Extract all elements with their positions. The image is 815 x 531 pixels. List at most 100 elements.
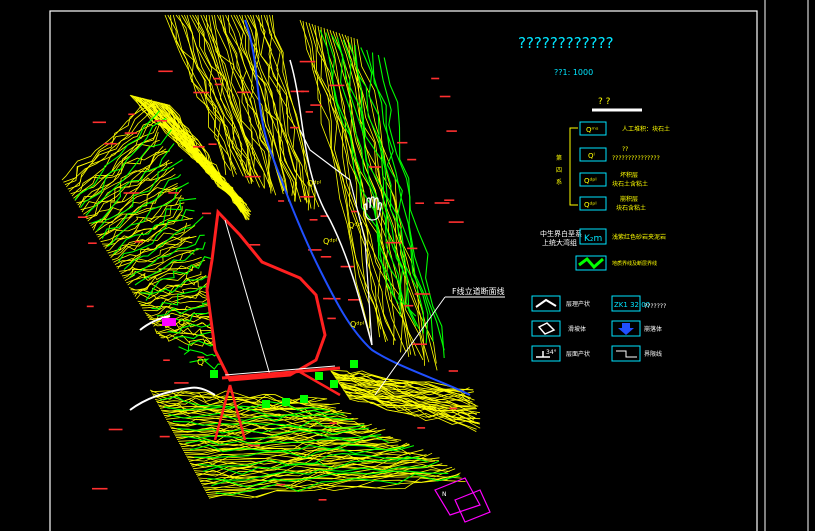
elevation-tick bbox=[128, 113, 135, 116]
svg-text:Qᵐˢ: Qᵐˢ bbox=[586, 126, 599, 134]
elevation-tick bbox=[305, 111, 313, 113]
elevation-tick bbox=[310, 104, 322, 106]
elevation-tick bbox=[86, 305, 94, 308]
elevation-tick bbox=[193, 91, 210, 94]
elevation-tick bbox=[163, 359, 170, 361]
svg-text:34°: 34° bbox=[546, 349, 557, 356]
svg-text:界限线: 界限线 bbox=[644, 350, 662, 358]
elevation-tick bbox=[329, 422, 337, 424]
map-label-q4: Qᵈᵖˡ bbox=[323, 237, 337, 246]
elevation-tick bbox=[92, 121, 106, 124]
elevation-tick bbox=[158, 70, 173, 73]
elevation-tick bbox=[412, 343, 427, 345]
elevation-tick bbox=[202, 212, 212, 215]
elevation-tick bbox=[320, 256, 332, 258]
svg-text:???????????????: ??????????????? bbox=[612, 155, 660, 162]
drawing-scale: ??1: 1000 bbox=[554, 68, 593, 77]
elevation-tick bbox=[404, 304, 414, 307]
elevation-tick bbox=[214, 83, 222, 86]
elevation-tick bbox=[414, 293, 431, 295]
section-label: F线立道断面线 bbox=[452, 286, 505, 296]
elevation-tick bbox=[237, 91, 251, 94]
map-label-q2: Qˡ bbox=[178, 318, 187, 328]
map-label-q1: Qˡ bbox=[197, 358, 206, 368]
elevation-tick bbox=[407, 158, 417, 161]
elevation-tick bbox=[351, 210, 358, 213]
elevation-tick bbox=[323, 297, 330, 300]
cad-drawing-canvas[interactable]: N Qˡ Qˡ Qᵈᵖˡ Qᵈᵖˡ Qᵈᵖˡ Qᵈᵖˡ F线立道断面线 ????… bbox=[0, 0, 815, 531]
svg-text:崩落体: 崩落体 bbox=[644, 325, 662, 333]
svg-text:地质界线及断层界线: 地质界线及断层界线 bbox=[612, 260, 657, 267]
elevation-tick bbox=[213, 77, 221, 80]
elevation-tick bbox=[248, 444, 260, 447]
legend-heading: ? ? bbox=[598, 97, 611, 107]
elevation-tick bbox=[276, 483, 286, 486]
elevation-tick bbox=[124, 132, 138, 134]
elevation-tick bbox=[448, 221, 464, 223]
svg-text:块石含粘土: 块石含粘土 bbox=[616, 204, 646, 212]
map-label-q5: Qᵈᵖˡ bbox=[350, 320, 364, 329]
svg-text:坏积层: 坏积层 bbox=[620, 171, 638, 179]
elevation-tick bbox=[309, 219, 318, 221]
elevation-tick bbox=[278, 200, 285, 202]
map-label-n: N bbox=[442, 491, 447, 498]
elevation-tick bbox=[299, 60, 316, 63]
svg-text:Qᵈᵖˡ: Qᵈᵖˡ bbox=[584, 201, 597, 209]
svg-text:层面产状: 层面产状 bbox=[566, 350, 590, 358]
map-label-q6: Qᵈᵖˡ bbox=[307, 179, 321, 188]
elevation-tick bbox=[348, 299, 360, 301]
elevation-tick bbox=[92, 487, 108, 490]
elevation-tick bbox=[448, 370, 458, 372]
elevation-tick bbox=[290, 126, 299, 129]
elevation-tick bbox=[327, 317, 336, 320]
elevation-tick bbox=[397, 141, 408, 144]
elevation-tick bbox=[449, 407, 457, 410]
elevation-tick bbox=[193, 146, 205, 148]
elevation-tick bbox=[154, 120, 167, 122]
elevation-tick bbox=[446, 130, 457, 132]
elevation-tick bbox=[329, 84, 345, 87]
elevation-tick bbox=[439, 95, 451, 98]
elevation-tick bbox=[415, 202, 424, 204]
elevation-tick bbox=[244, 175, 261, 178]
svg-text:Qˡ: Qˡ bbox=[588, 152, 595, 160]
svg-text:???????: ??????? bbox=[644, 303, 666, 310]
legend-side-char-2: 四 bbox=[556, 167, 562, 174]
svg-text:浅紫红色砂岩夹泥岩: 浅紫红色砂岩夹泥岩 bbox=[612, 233, 666, 241]
elevation-tick bbox=[431, 77, 440, 80]
elevation-tick bbox=[174, 382, 189, 384]
elevation-tick bbox=[385, 241, 402, 244]
svg-text:上统大湾组: 上统大湾组 bbox=[542, 238, 577, 247]
svg-text:人工堆积：块石土: 人工堆积：块石土 bbox=[622, 125, 670, 133]
legend-side-char-1: 第 bbox=[556, 154, 562, 162]
elevation-tick bbox=[300, 196, 314, 198]
elevation-tick bbox=[108, 428, 123, 431]
elevation-tick bbox=[444, 199, 455, 201]
elevation-tick bbox=[368, 166, 382, 168]
elevation-tick bbox=[134, 241, 143, 243]
elevation-tick bbox=[123, 192, 140, 194]
svg-text:Qᵈᵖˡ: Qᵈᵖˡ bbox=[584, 177, 597, 185]
elevation-tick bbox=[417, 427, 426, 429]
legend-side-char-3: 系 bbox=[556, 178, 562, 186]
elevation-tick bbox=[168, 192, 179, 194]
elevation-tick bbox=[88, 242, 97, 244]
elevation-tick bbox=[434, 202, 450, 204]
svg-text:块石土含粘土: 块石土含粘土 bbox=[612, 180, 648, 188]
stratum-mark bbox=[162, 318, 176, 326]
svg-text:??: ?? bbox=[622, 146, 628, 153]
svg-text:崩积层: 崩积层 bbox=[620, 195, 638, 203]
svg-text:滑坡体: 滑坡体 bbox=[568, 325, 586, 333]
elevation-tick bbox=[77, 216, 88, 218]
elevation-tick bbox=[407, 247, 418, 250]
elevation-tick bbox=[340, 265, 354, 268]
elevation-tick bbox=[318, 499, 327, 501]
elevation-tick bbox=[159, 435, 170, 438]
elevation-tick bbox=[103, 142, 117, 145]
drawing-title: ???????????? bbox=[518, 34, 614, 52]
svg-text:K₂m: K₂m bbox=[584, 234, 602, 244]
svg-text:层理产状: 层理产状 bbox=[566, 300, 590, 308]
elevation-tick bbox=[208, 143, 217, 145]
map-label-q3: Qᵈᵖˡ bbox=[348, 221, 362, 230]
svg-text:中生界白垩系: 中生界白垩系 bbox=[540, 229, 582, 238]
